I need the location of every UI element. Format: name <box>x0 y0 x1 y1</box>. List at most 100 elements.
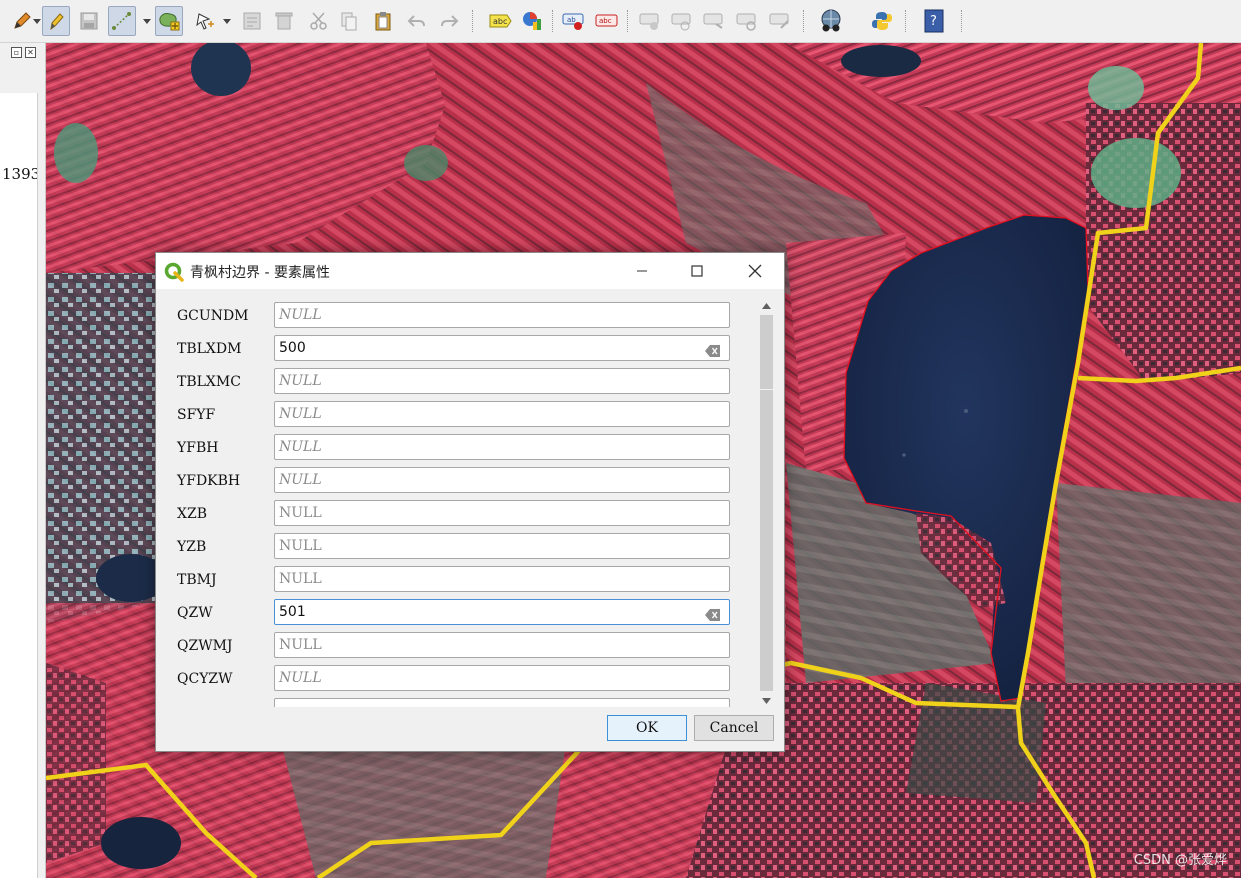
delete-selected-icon[interactable] <box>270 6 298 36</box>
label-show-icon[interactable] <box>668 6 696 36</box>
field-input-gcundm[interactable]: NULL <box>274 302 730 328</box>
scroll-thumb[interactable] <box>760 315 773 691</box>
field-value: NULL <box>279 538 322 554</box>
help-icon[interactable]: ? <box>920 6 948 36</box>
minimize-button[interactable] <box>619 253 665 289</box>
redo-icon[interactable] <box>435 6 463 36</box>
diagram-icon[interactable] <box>518 6 546 36</box>
clear-field-icon[interactable] <box>705 342 721 361</box>
field-row-sfyf: SFYF NULL <box>156 401 758 427</box>
attribute-form: GCUNDM NULL TBLXDM 500 TBLXMC NULL SFYF NULL YFB… <box>156 289 758 707</box>
add-polygon-icon[interactable] <box>155 6 183 36</box>
field-input-tbmj[interactable]: NULL <box>274 566 730 592</box>
field-label: QZW <box>177 605 213 621</box>
undo-icon[interactable] <box>403 6 431 36</box>
field-label: QZWMJ <box>177 638 233 654</box>
ok-button[interactable]: OK <box>607 715 687 741</box>
field-value: NULL <box>279 571 322 587</box>
label-change-icon[interactable] <box>733 6 761 36</box>
paste-icon[interactable] <box>369 6 397 36</box>
feature-attributes-dialog: 青枫村边界 - 要素属性 GCUNDM NULL TBLXDM 500 TBLXMC NU… <box>155 252 785 752</box>
label-edit-icon[interactable] <box>766 6 794 36</box>
svg-text:ab: ab <box>567 16 576 24</box>
field-row-yfdkbh: YFDKBH NULL <box>156 467 758 493</box>
save-edits-icon[interactable] <box>75 6 103 36</box>
editing-toolbar: abc ab abc ? <box>0 0 1241 43</box>
scroll-up-icon[interactable] <box>758 297 775 314</box>
digitize-line-icon[interactable] <box>108 6 136 36</box>
pin-label-icon[interactable]: ab <box>560 6 588 36</box>
field-value: NULL <box>279 373 322 389</box>
vertex-dropdown-icon[interactable] <box>221 6 233 36</box>
field-label: TBLXMC <box>177 374 241 390</box>
field-value: NULL <box>279 637 322 653</box>
field-label: YFBH <box>177 440 219 456</box>
field-input-qzw[interactable]: 501 <box>274 599 730 625</box>
close-button[interactable] <box>732 253 778 289</box>
dialog-title: 青枫村边界 - 要素属性 <box>190 265 330 281</box>
field-label: YFDKBH <box>177 473 241 489</box>
field-row-tbmj: TBMJ NULL <box>156 566 758 592</box>
field-input-xzb[interactable]: NULL <box>274 500 730 526</box>
field-label: TBMJ <box>177 572 217 588</box>
field-row-qcyzw: QCYZW NULL <box>156 665 758 691</box>
hide-label-icon[interactable]: abc <box>593 6 621 36</box>
maximize-button[interactable] <box>674 253 720 289</box>
left-dock-panel: ▫ ✕ 1393 <box>0 43 46 878</box>
field-input-yfdkbh[interactable]: NULL <box>274 467 730 493</box>
toolbar-separator <box>627 10 628 32</box>
field-input-partial[interactable] <box>274 698 730 707</box>
field-label: SFYF <box>177 407 216 423</box>
field-value: 500 <box>279 340 306 356</box>
field-value: NULL <box>279 307 322 323</box>
field-input-qzwmj[interactable]: NULL <box>274 632 730 658</box>
scroll-down-icon[interactable] <box>758 692 775 709</box>
field-input-qcyzw[interactable]: NULL <box>274 665 730 691</box>
field-value: NULL <box>279 472 322 488</box>
digitize-line-dropdown-icon[interactable] <box>141 6 153 36</box>
field-input-tblxmc[interactable]: NULL <box>274 368 730 394</box>
dock-float-icon[interactable]: ▫ <box>11 47 22 58</box>
field-input-yzb[interactable]: NULL <box>274 533 730 559</box>
field-input-yfbh[interactable]: NULL <box>274 434 730 460</box>
field-label: YZB <box>177 539 207 555</box>
dialog-titlebar[interactable]: 青枫村边界 - 要素属性 <box>156 253 784 289</box>
field-value: 501 <box>279 604 306 620</box>
toolbar-separator <box>552 10 553 32</box>
dock-content: 1393 <box>0 93 38 878</box>
cancel-button[interactable]: Cancel <box>694 715 774 741</box>
field-input-tblxdm[interactable]: 500 <box>274 335 730 361</box>
field-value: NULL <box>279 406 322 422</box>
field-label: TBLXDM <box>177 341 242 357</box>
label-rotate-icon[interactable] <box>700 6 728 36</box>
label-move-icon[interactable] <box>636 6 664 36</box>
field-row-yzb: YZB NULL <box>156 533 758 559</box>
copy-icon[interactable] <box>335 6 363 36</box>
field-label: XZB <box>177 506 207 522</box>
field-row-partial <box>156 698 758 707</box>
label-abc-icon[interactable]: abc <box>486 6 514 36</box>
cut-icon[interactable] <box>305 6 333 36</box>
scroll-thumb-divider <box>760 389 773 390</box>
python-icon[interactable] <box>868 6 896 36</box>
field-row-gcundm: GCUNDM NULL <box>156 302 758 328</box>
field-input-sfyf[interactable]: NULL <box>274 401 730 427</box>
field-value: NULL <box>279 505 322 521</box>
toolbar-separator <box>803 10 804 32</box>
dock-value-text: 1393 <box>2 165 38 183</box>
clear-field-icon[interactable] <box>705 606 721 625</box>
vertex-tool-icon[interactable] <box>192 6 220 36</box>
dock-close-icon[interactable]: ✕ <box>25 47 36 58</box>
field-label: QCYZW <box>177 671 233 687</box>
field-row-yfbh: YFBH NULL <box>156 434 758 460</box>
toolbar-separator <box>961 10 962 32</box>
toggle-editing-icon[interactable] <box>42 6 70 36</box>
field-row-qzw: QZW 501 <box>156 599 758 625</box>
modify-attributes-icon[interactable] <box>238 6 266 36</box>
toolbar-separator <box>472 10 473 32</box>
form-scrollbar[interactable] <box>758 297 775 709</box>
field-value: NULL <box>279 439 322 455</box>
plugin-globe-icon[interactable] <box>817 6 845 36</box>
svg-text:abc: abc <box>493 17 507 26</box>
field-label: GCUNDM <box>177 308 249 324</box>
